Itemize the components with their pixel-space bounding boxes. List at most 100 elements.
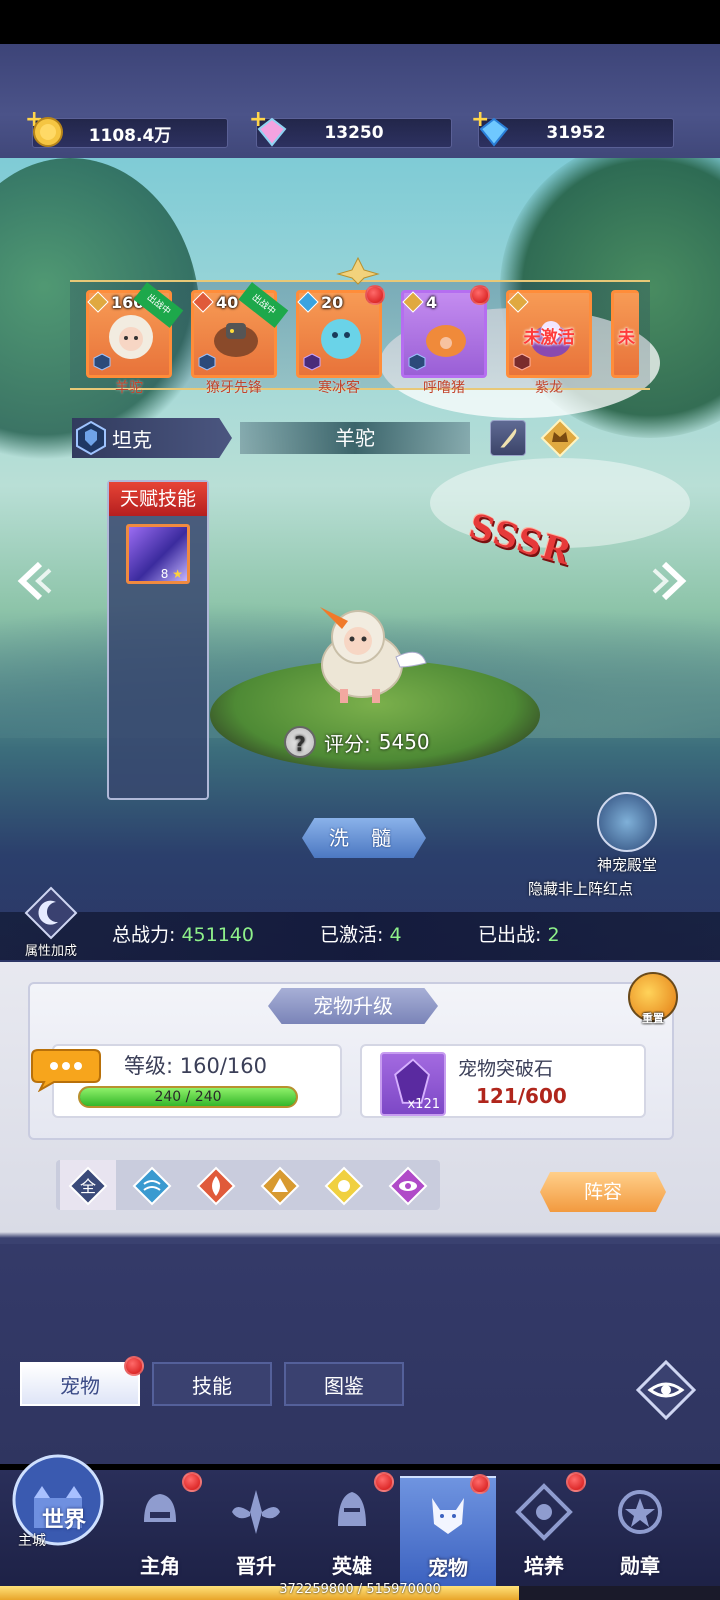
nav-protagonist[interactable]: 主角: [112, 1472, 208, 1586]
protagonist-helmet-icon: [144, 1494, 176, 1522]
player-xp-text: 372259800 / 515970000: [279, 1582, 441, 1597]
red-dot-notification: [182, 1472, 202, 1492]
pet-card-alpaca[interactable]: 160 出战中 羊驼: [86, 282, 184, 396]
crown-ornament-icon: [336, 256, 380, 285]
reset-label: 重置: [642, 1012, 664, 1025]
lineup-button[interactable]: 阵容: [540, 1172, 666, 1212]
cultivate-compass-icon: [515, 1483, 573, 1541]
fire-element-icon: [192, 291, 214, 313]
rainbow-diamond-value: 13250: [324, 123, 384, 143]
earth-element-icon: [402, 291, 424, 313]
previous-pet-arrow-icon[interactable]: [10, 558, 56, 604]
pet-score: ? 评分: 5450: [284, 724, 430, 760]
stone-progress: 121/600: [476, 1084, 567, 1108]
world-button[interactable]: 世界 主城: [6, 1440, 110, 1560]
filter-earth-icon[interactable]: [260, 1166, 300, 1206]
divine-pet-hall-label: 神宠殿堂: [596, 856, 657, 874]
rainbow-diamond-icon: [257, 117, 287, 147]
exp-bar: 240 / 240: [78, 1086, 298, 1108]
moon-star-icon: [24, 886, 78, 940]
blue-diamond-currency[interactable]: + 31952: [471, 107, 674, 148]
inactive-label: 未激活: [523, 328, 575, 348]
snoring-pig-portrait-icon: [426, 325, 466, 357]
divine-pet-hall-button[interactable]: 神宠殿堂: [592, 792, 662, 875]
activated-stat: 已激活: 4: [320, 924, 402, 946]
empty-content-area: [0, 1244, 720, 1464]
rename-button[interactable]: [490, 420, 526, 456]
talent-skill-slot[interactable]: 8 ★: [126, 524, 190, 584]
pet-upgrade-title: 宠物升级: [268, 988, 438, 1024]
alpaca-pet-model[interactable]: [300, 585, 430, 715]
level-text: 等级: 160/160: [124, 1054, 267, 1078]
reset-button[interactable]: 重置: [626, 972, 680, 1032]
deployed-stat: 已出战: 2: [478, 924, 560, 946]
pet-name: 呼噜猪: [423, 380, 465, 396]
pet-card-partial[interactable]: 未: [611, 290, 639, 378]
nav-cultivate[interactable]: 培养: [496, 1472, 592, 1586]
feather-pen-icon: [500, 428, 517, 448]
red-dot-notification: [124, 1356, 144, 1376]
earth-element-icon: [507, 291, 529, 313]
skill-level: 8 ★: [160, 567, 183, 581]
nav-promotion[interactable]: 晋升: [208, 1476, 304, 1586]
wash-marrow-button[interactable]: 洗 髓: [302, 818, 426, 858]
filter-dark-icon[interactable]: [388, 1166, 428, 1206]
status-bar: [0, 0, 720, 44]
tab-skills[interactable]: 技能: [152, 1362, 272, 1406]
pet-name: 獠牙先锋: [206, 380, 262, 396]
eye-toggle-icon[interactable]: [636, 1360, 696, 1420]
talent-skill-title: 天赋技能: [109, 482, 207, 516]
tank-role-icon: [198, 353, 216, 371]
water-element-icon: [297, 291, 319, 313]
gold-currency[interactable]: + 1108.4万: [25, 107, 228, 148]
exp-text: 240 / 240: [154, 1089, 222, 1105]
purple-crystal-icon: x121: [380, 1052, 446, 1116]
rank-crown-icon[interactable]: [540, 418, 580, 458]
earth-element-icon: [87, 291, 109, 313]
next-pet-arrow-icon[interactable]: [648, 558, 694, 604]
svg-text:全: 全: [80, 1177, 96, 1196]
total-power-stat: 总战力: 451140: [112, 924, 254, 946]
hide-red-dot-toggle[interactable]: 隐藏非上阵红点: [528, 878, 633, 899]
score-label: 评分:: [324, 731, 371, 756]
alpaca-portrait-icon: [109, 315, 153, 359]
filter-all-icon[interactable]: 全: [68, 1166, 108, 1206]
pet-card-fang-vanguard[interactable]: 40 出战中 獠牙先锋: [191, 282, 289, 396]
pet-role-label: 坦克: [112, 428, 152, 452]
nav-heroes[interactable]: 英雄: [304, 1472, 400, 1586]
red-dot-notification: [374, 1472, 394, 1492]
tank-role-icon: [408, 353, 426, 371]
tab-pets[interactable]: 宠物: [20, 1356, 144, 1406]
pet-name: 羊驼: [115, 380, 143, 396]
red-dot-notification: [365, 285, 385, 305]
blue-diamond-value: 31952: [546, 123, 606, 143]
red-dot-notification: [470, 1474, 490, 1494]
filter-water-icon[interactable]: [132, 1166, 172, 1206]
rainbow-diamond-currency[interactable]: + 13250: [249, 107, 452, 148]
pet-card-ice-guest[interactable]: 20 寒冰客: [296, 285, 385, 396]
player-xp-bar: 372259800 / 515970000: [0, 1582, 720, 1600]
fang-vanguard-portrait-icon: [214, 323, 258, 357]
main-city-label: 主城: [18, 1533, 46, 1549]
promotion-wings-icon: [232, 1490, 280, 1534]
attribute-bonus-button[interactable]: 属性加成: [14, 886, 88, 960]
pet-card-snoring-pig[interactable]: 4 呼噜猪: [401, 285, 490, 396]
pet-name: 紫龙: [535, 380, 563, 396]
mage-role-icon: [303, 353, 321, 371]
tank-role-icon: [76, 420, 106, 456]
attribute-bonus-label: 属性加成: [24, 944, 77, 959]
ice-guest-portrait-icon: [321, 319, 361, 359]
nav-medals[interactable]: 勋章: [592, 1476, 688, 1586]
heroes-knight-icon: [338, 1492, 366, 1526]
pet-role-bar: 坦克: [72, 418, 232, 458]
breakthrough-stone-box[interactable]: x121 宠物突破石 121/600: [360, 1044, 646, 1118]
chat-bubble-icon[interactable]: [30, 1046, 102, 1092]
filter-light-icon[interactable]: [324, 1166, 364, 1206]
pet-level: 20: [321, 293, 344, 312]
pet-card-purple-dragon[interactable]: 未激活 紫龙: [506, 290, 592, 396]
stone-name: 宠物突破石: [458, 1058, 554, 1080]
score-help-icon[interactable]: ?: [284, 726, 316, 758]
nav-pets[interactable]: 宠物: [400, 1474, 496, 1586]
filter-fire-icon[interactable]: [196, 1166, 236, 1206]
tab-codex[interactable]: 图鉴: [284, 1362, 404, 1406]
